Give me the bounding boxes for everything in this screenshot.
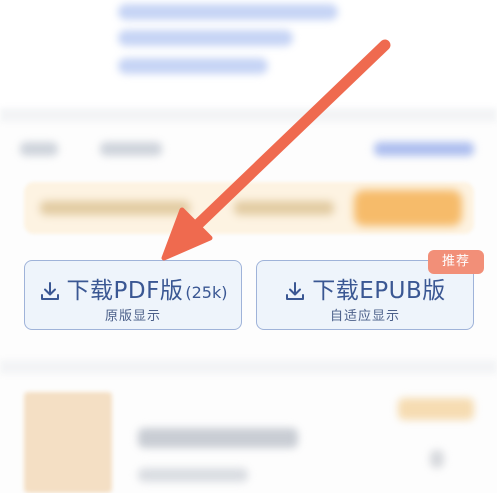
download-pdf-subtitle: 原版显示 xyxy=(104,309,161,324)
blurred-book-meta xyxy=(138,468,248,482)
chevron-right-icon xyxy=(430,450,444,468)
blurred-text-line xyxy=(118,58,268,74)
section-divider xyxy=(0,360,497,374)
blurred-text-line xyxy=(118,4,338,20)
recommended-badge: 推荐 xyxy=(428,250,484,274)
blurred-tag xyxy=(398,398,474,420)
blurred-notice-bar xyxy=(24,182,474,234)
download-pdf-button[interactable]: 下载PDF版 (25k) 原版显示 xyxy=(24,260,242,330)
blurred-book-cover xyxy=(24,392,112,493)
download-epub-title: 下载EPUB版 xyxy=(312,278,446,304)
download-pdf-label-row: 下载PDF版 (25k) xyxy=(25,271,241,304)
section-divider xyxy=(0,108,497,122)
blurred-text-line xyxy=(118,30,293,46)
blurred-notice-button xyxy=(354,190,462,226)
download-epub-subtitle: 自适应显示 xyxy=(329,309,400,324)
download-pdf-title: 下载PDF版 xyxy=(66,278,184,304)
download-icon xyxy=(39,280,61,302)
blurred-notice-text xyxy=(40,201,190,215)
blurred-link xyxy=(374,142,474,156)
blurred-meta-item xyxy=(100,142,162,156)
blurred-notice-text xyxy=(234,201,334,215)
blurred-header-area xyxy=(0,0,497,120)
blurred-book-title xyxy=(138,428,298,448)
download-icon xyxy=(284,280,306,302)
download-pdf-size: (25k) xyxy=(185,283,228,302)
blurred-meta-row xyxy=(0,132,497,168)
blurred-meta-item xyxy=(20,142,58,156)
download-epub-label-row: 下载EPUB版 xyxy=(257,271,473,304)
